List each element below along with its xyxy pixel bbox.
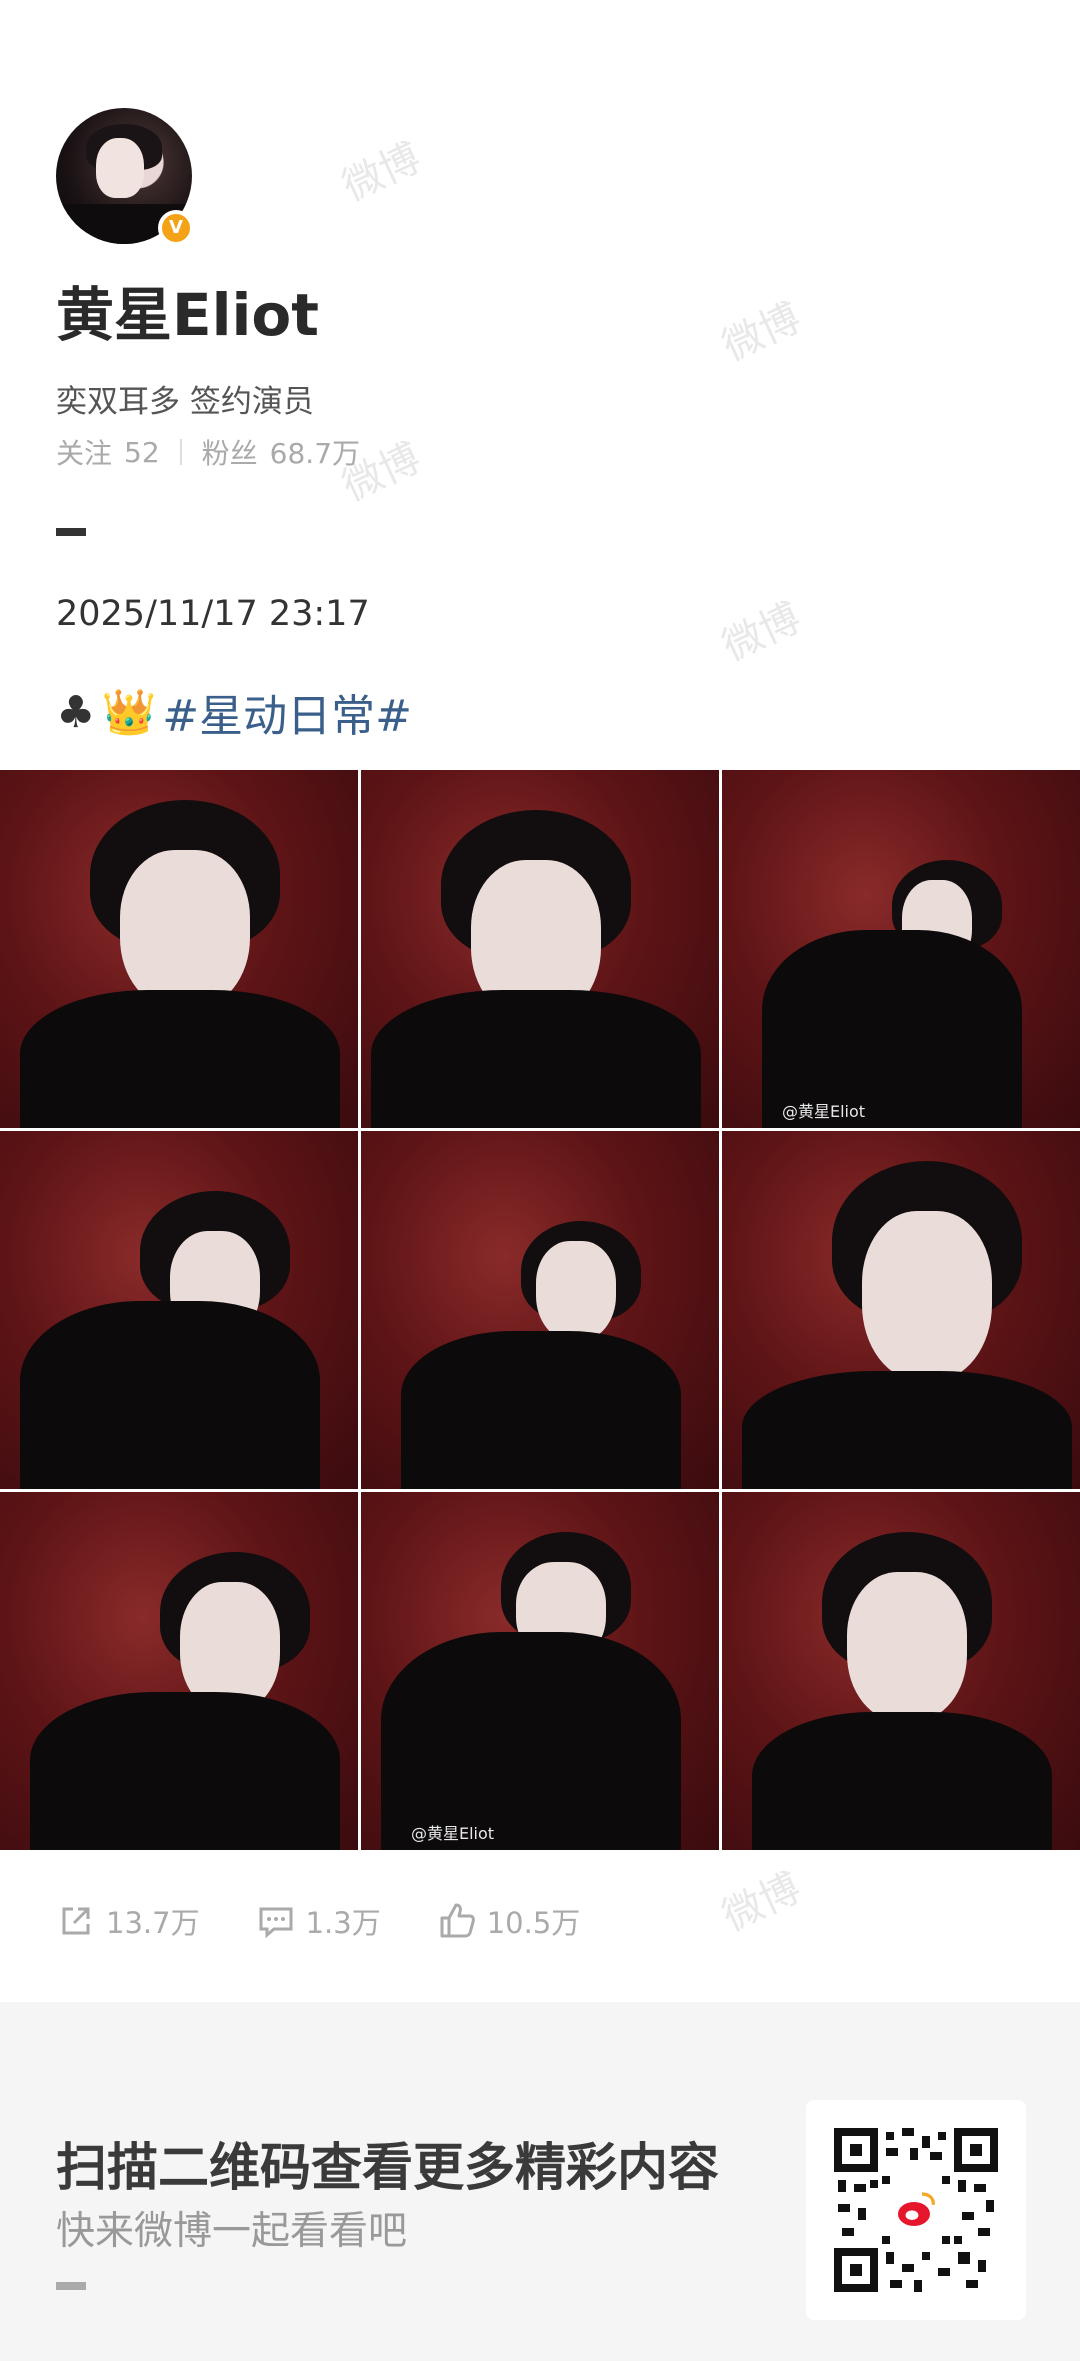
share-button[interactable]: 13.7万 [56,1900,200,1942]
post-text: ♣ 👑 #星动日常# [56,680,412,744]
divider [56,528,86,536]
photo-7[interactable] [0,1492,358,1850]
profile-bio: 奕双耳多 签约演员 [56,384,314,420]
post-date: 2025/11/17 23:17 [56,594,370,634]
photo-9[interactable] [722,1492,1080,1850]
watermark: 微博 [715,294,808,371]
share-count: 13.7万 [106,1906,200,1940]
comment-icon [259,1907,293,1939]
footer-divider [56,2282,86,2290]
photo-1[interactable] [0,770,358,1128]
post-actions: 13.7万 1.3万 10.5万 [56,1900,580,1942]
qr-code-icon [834,2128,998,2292]
hashtag-link[interactable]: #星动日常# [162,680,412,744]
following-label: 关注 [56,437,113,470]
photo-watermark: @黄星Eliot [411,1824,495,1843]
photo-3[interactable]: @黄星Eliot [722,770,1080,1128]
photo-grid: @黄星Eliot @黄星Eliot [0,770,1080,1850]
photo-watermark: @黄星Eliot [782,1102,866,1121]
photo-4[interactable] [0,1131,358,1489]
qr-code[interactable] [806,2100,1026,2320]
photo-5[interactable] [361,1131,719,1489]
footer-title: 扫描二维码查看更多精彩内容 [56,2139,720,2198]
stats-divider [179,439,182,465]
like-count: 10.5万 [486,1906,581,1940]
like-button[interactable]: 10.5万 [437,1900,581,1942]
photo-8[interactable]: @黄星Eliot [361,1492,719,1850]
followers-count: 68.7万 [269,437,361,470]
watermark: 微博 [715,1864,808,1941]
following-count: 52 [124,435,160,469]
footer: 扫描二维码查看更多精彩内容 快来微博一起看看吧 [0,2002,1080,2361]
verified-badge-icon: V [158,210,194,246]
thumbs-up-icon [440,1903,475,1938]
watermark: 微博 [335,134,428,211]
club-icon: ♣ [56,686,96,738]
profile-name[interactable]: 黄星Eliot [56,268,319,352]
profile-stats: 关注 52 粉丝 68.7万 [56,432,360,472]
photo-2[interactable] [361,770,719,1128]
footer-subtitle: 快来微博一起看看吧 [56,2209,408,2254]
photo-6[interactable] [722,1131,1080,1489]
comment-count: 1.3万 [305,1906,381,1940]
share-icon [62,1907,90,1935]
crown-icon: 👑 [101,687,157,738]
comment-button[interactable]: 1.3万 [256,1900,381,1942]
watermark: 微博 [715,594,808,671]
followers-label: 粉丝 [201,437,258,470]
